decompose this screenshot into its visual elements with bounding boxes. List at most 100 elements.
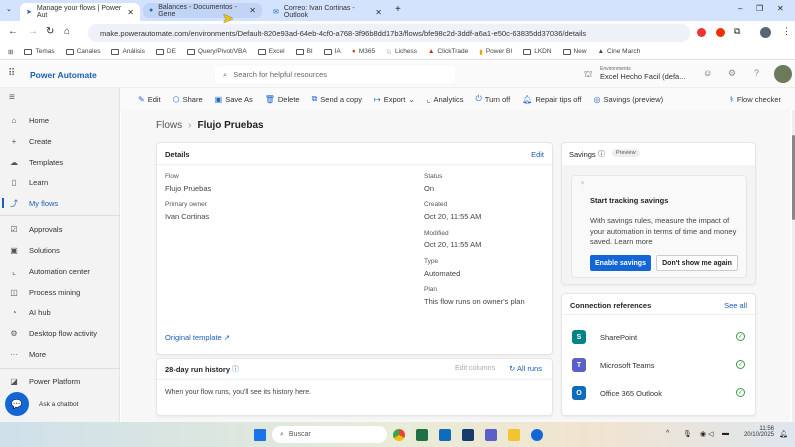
help-icon[interactable]: ? — [754, 68, 759, 78]
teams-taskbar-icon[interactable] — [485, 429, 497, 441]
tab-power-automate[interactable]: ➤ Manage your flows | Power Aut ✕ — [20, 3, 140, 21]
chatbot-label[interactable]: Ask a chatbot — [39, 401, 78, 408]
bookmark-de[interactable]: DE — [155, 48, 176, 55]
bookmark-m365[interactable]: ● M365 — [352, 48, 375, 55]
restore-button[interactable]: ❐ — [756, 4, 763, 13]
export-button[interactable]: ↦ Export ⌄ — [374, 95, 415, 104]
tab-outlook[interactable]: ✉ Correo: Ivan Cortinas - Outlook ✕ — [267, 3, 388, 21]
excel-taskbar-icon[interactable] — [416, 429, 428, 441]
dont-show-again-button[interactable]: Don't show me again — [656, 255, 738, 271]
tray-chevron-icon[interactable]: ^ — [666, 430, 669, 437]
sidebar-item-desktop-flow-activity[interactable]: ⚙ Desktop flow activity — [0, 324, 120, 342]
chatbot-button[interactable]: 💬 — [5, 392, 29, 416]
info-icon[interactable]: ⓘ — [598, 149, 605, 159]
url-field[interactable]: make.powerautomate.com/environments/Defa… — [88, 24, 690, 42]
flow-checker-button[interactable]: ⚕ Flow checker — [729, 95, 781, 104]
bookmark-cine-march[interactable]: ▲ Cine March — [598, 48, 641, 55]
sidebar-item-solutions[interactable]: ▣ Solutions — [0, 241, 120, 259]
app-launcher-icon[interactable]: ⠿ — [8, 68, 15, 79]
minimize-button[interactable]: – — [738, 4, 742, 13]
close-tab-icon[interactable]: ✕ — [249, 6, 256, 15]
sidebar-item-templates[interactable]: ☁ Templates — [0, 153, 120, 171]
close-tab-icon[interactable]: ✕ — [127, 8, 134, 17]
savings-preview-button[interactable]: ◎ Savings (preview) — [594, 95, 664, 104]
extension-stop-icon[interactable] — [697, 28, 706, 37]
analytics-button[interactable]: ⌞ Analytics — [427, 95, 464, 104]
close-window-button[interactable]: ✕ — [777, 4, 784, 13]
enable-savings-button[interactable]: Enable savings — [590, 255, 651, 271]
chrome-taskbar-icon[interactable] — [393, 429, 405, 441]
see-all-link[interactable]: See all — [724, 301, 747, 310]
share-button[interactable]: ⬡ Share — [173, 95, 203, 104]
back-icon[interactable]: ← — [8, 26, 18, 37]
bookmark-lkdn[interactable]: LKDN — [523, 48, 552, 55]
tab-list-chevron-icon[interactable]: ⌄ — [6, 5, 12, 13]
sidebar-item-approvals[interactable]: ☑ Approvals — [0, 220, 120, 238]
feedback-smiley-icon[interactable]: ☺ — [703, 68, 712, 78]
turn-off-button[interactable]: ⏻ Turn off — [475, 94, 510, 104]
connection-teams[interactable]: T Microsoft Teams — [572, 355, 752, 375]
original-template-link[interactable]: Original template ↗ — [165, 333, 230, 342]
close-tab-icon[interactable]: ✕ — [375, 8, 382, 17]
sidebar-item-home[interactable]: ⌂ Home — [0, 111, 120, 129]
bookmark-new[interactable]: New — [562, 48, 587, 55]
bookmark-analisis[interactable]: Análisis — [111, 48, 145, 55]
microphone-icon[interactable]: 🎙︎ — [683, 430, 692, 438]
bookmark-temas[interactable]: Temas — [24, 48, 55, 55]
outlook-taskbar-icon[interactable] — [439, 429, 451, 441]
settings-gear-icon[interactable]: ⚙ — [728, 68, 736, 79]
home-icon[interactable]: ⌂ — [64, 26, 70, 37]
bookmark-powerbi[interactable]: ▮ Power BI — [479, 48, 512, 56]
windows-start-icon[interactable] — [254, 429, 266, 441]
search-input[interactable]: ⌕ Search for helpful resources — [215, 66, 455, 83]
extensions-icon[interactable]: ⧉ — [734, 26, 740, 37]
file-explorer-taskbar-icon[interactable] — [508, 429, 520, 441]
battery-icon[interactable]: ▬ — [722, 430, 729, 437]
hamburger-menu-icon[interactable]: ≡ — [9, 92, 15, 103]
bookmark-canales[interactable]: Canales — [65, 48, 100, 55]
edit-button[interactable]: ✎ Edit — [138, 95, 161, 104]
sidebar-item-create[interactable]: + Create — [0, 132, 120, 150]
delete-button[interactable]: 🗑 Delete — [265, 95, 300, 104]
reload-icon[interactable]: ↻ — [46, 26, 54, 37]
info-icon[interactable]: ⓘ — [232, 364, 239, 374]
sidebar-item-more[interactable]: ··· More — [0, 345, 120, 363]
bookmark-bi[interactable]: BI — [295, 48, 313, 55]
repair-tips-button[interactable]: 🔔︎ Repair tips off — [522, 95, 581, 104]
app-taskbar-icon[interactable] — [531, 429, 543, 441]
app-name[interactable]: Power Automate — [30, 70, 97, 80]
breadcrumb-flows[interactable]: Flows — [156, 120, 182, 131]
opera-extension-icon[interactable] — [716, 28, 725, 37]
apps-grid-icon[interactable]: ⊞ — [8, 48, 13, 56]
clock[interactable]: 11:56 20/10/2025 — [738, 426, 774, 438]
learn-more-link[interactable]: Learn more — [614, 237, 652, 246]
profile-avatar[interactable] — [760, 27, 771, 38]
bookmark-lichess[interactable]: ♘ Lichess — [386, 48, 417, 56]
edit-columns-button[interactable]: Edit columns — [455, 365, 495, 372]
sidebar-item-automation-center[interactable]: ⌞ Automation center — [0, 262, 120, 280]
new-tab-button[interactable]: + — [395, 4, 401, 15]
sidebar-item-process-mining[interactable]: ◫ Process mining — [0, 283, 120, 301]
sidebar-item-ai-hub[interactable]: ◔ AI hub — [0, 303, 120, 321]
environment-picker[interactable]: Environments Excel Hecho Facil (defa... — [600, 66, 685, 81]
sidebar-item-learn[interactable]: ▯ Learn — [0, 173, 120, 191]
bookmark-clicktrade[interactable]: ▲ ClickTrade — [428, 48, 468, 55]
bookmark-query[interactable]: Query/Pivot/VBA — [186, 48, 247, 55]
save-as-button[interactable]: ▣ Save As — [215, 95, 253, 104]
all-runs-button[interactable]: ↻ All runs — [509, 364, 542, 373]
details-edit-link[interactable]: Edit — [531, 150, 544, 159]
send-copy-button[interactable]: ⧉ Send a copy — [312, 94, 362, 104]
wifi-volume-icon[interactable]: ◉ ◁ — [700, 430, 713, 438]
sidebar-item-power-platform[interactable]: ◪ Power Platform — [0, 372, 120, 390]
taskbar-search[interactable]: ⌕ Buscar — [272, 426, 387, 443]
bookmark-excel[interactable]: Excel — [257, 48, 285, 55]
sidebar-item-my-flows[interactable]: ⤴ My flows — [0, 194, 120, 212]
connection-outlook[interactable]: O Office 365 Outlook — [572, 383, 752, 403]
connection-sharepoint[interactable]: S SharePoint — [572, 327, 752, 347]
tab-balances[interactable]: ● Balances - Documentos - Gene ✕ — [143, 3, 262, 18]
browser-menu-icon[interactable]: ⋮ — [782, 26, 791, 37]
store-taskbar-icon[interactable] — [462, 429, 474, 441]
notifications-icon[interactable]: 🔔︎ — [779, 430, 788, 438]
user-avatar[interactable] — [774, 65, 792, 83]
bookmark-ia[interactable]: IA — [323, 48, 341, 55]
